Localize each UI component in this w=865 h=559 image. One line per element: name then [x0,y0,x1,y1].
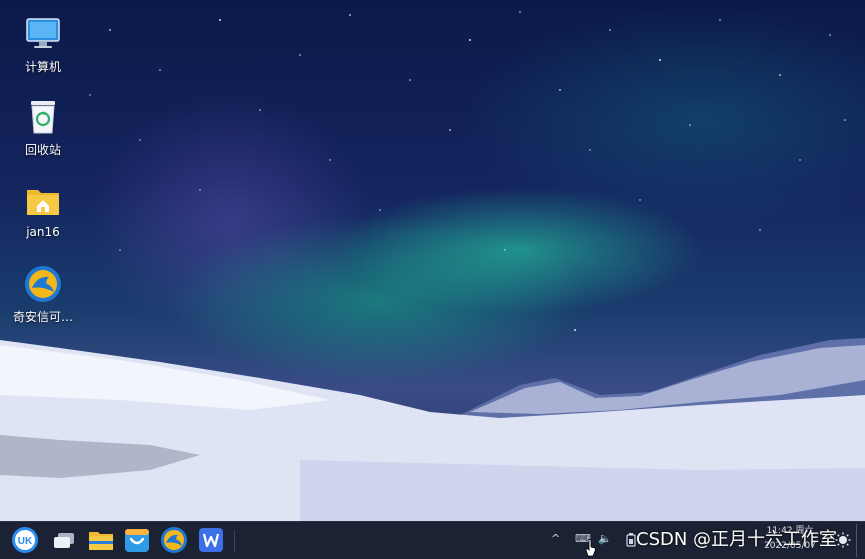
desktop-icon-computer[interactable]: 计算机 [8,14,78,75]
recycle-bin-icon [31,101,55,134]
wps-icon [199,528,223,552]
store-bag-icon [125,529,149,552]
window-switch-icon [54,533,74,548]
mouse-pointer-icon [585,539,596,557]
qianxin-browser-icon [25,266,61,302]
uk-start-icon: UK [12,527,38,553]
computer-icon [26,18,60,48]
taskbar-qianxin-browser[interactable] [160,526,188,554]
show-desktop-edge[interactable] [856,524,857,557]
taskbar-file-manager[interactable] [87,526,115,554]
taskbar-start-menu[interactable]: UK [11,526,39,554]
browser-icon [161,527,187,553]
taskbar-wps-office[interactable] [197,526,225,554]
csdn-watermark: CSDN @正月十六工作室 [636,529,838,550]
desktop-icon-qianxin-browser[interactable]: 奇安信可… [8,264,78,325]
snowy-landscape [0,338,865,521]
battery-icon[interactable] [626,533,636,547]
notification-icon[interactable] [835,532,851,548]
taskbar-software-store[interactable] [123,526,151,554]
desktop-icon-home-folder[interactable]: jan16 [8,181,78,239]
tray-expand-icon[interactable]: ^ [551,532,560,545]
volume-icon[interactable]: 🔈 [598,532,612,545]
desktop-icon-label: 奇安信可… [12,310,73,324]
desktop-icon-label: 回收站 [24,143,61,157]
desktop-icon-label: 计算机 [24,60,61,74]
svg-text:UK: UK [18,536,33,547]
folder-icon [89,532,113,550]
desktop-icon-label: jan16 [26,225,60,239]
desktop-wallpaper [0,0,865,521]
taskbar-divider [234,530,235,552]
taskbar-multitask-view[interactable] [51,526,79,554]
desktop-icon-recycle-bin[interactable]: 回收站 [8,97,78,158]
home-folder-icon [27,190,59,215]
